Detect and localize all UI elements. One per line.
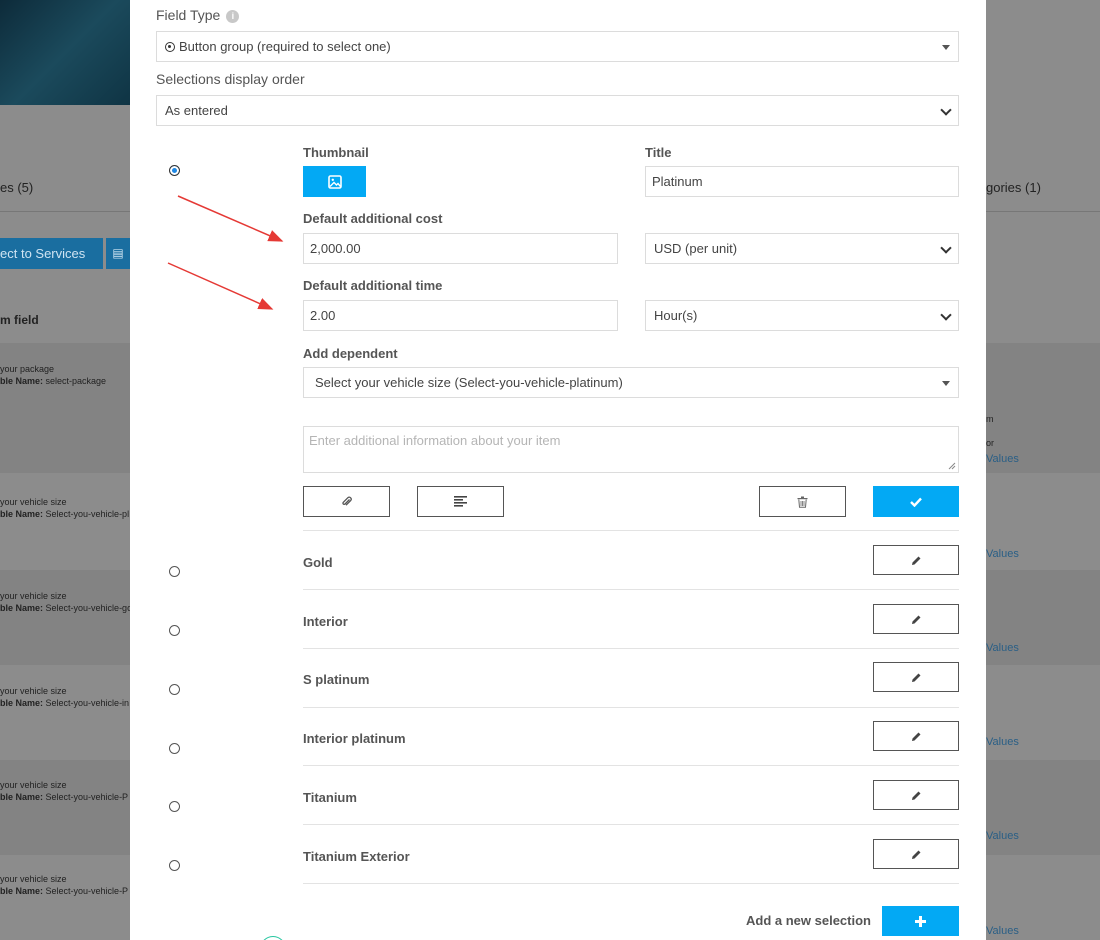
annotation-arrow: [177, 195, 284, 242]
annotation-arrows: [167, 195, 284, 310]
annotation-arrow: [167, 262, 274, 310]
